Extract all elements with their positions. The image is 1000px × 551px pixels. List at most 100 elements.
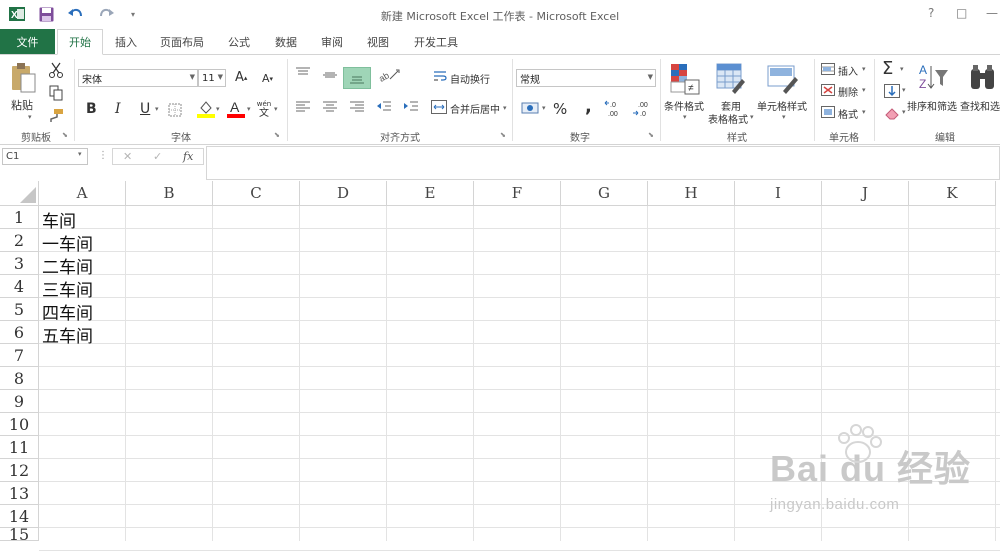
fill-down-icon[interactable] xyxy=(883,83,901,99)
insert-function-icon[interactable]: fx xyxy=(183,150,193,163)
enter-icon[interactable]: ✓ xyxy=(153,150,162,163)
font-color-icon[interactable]: A xyxy=(226,99,246,119)
tab-review[interactable]: 审阅 xyxy=(312,29,352,55)
row-header-6[interactable]: 6 xyxy=(0,321,39,344)
insert-cells-icon[interactable] xyxy=(820,62,836,76)
cell-a5[interactable]: 四车间 xyxy=(42,299,93,324)
autosum-dropdown-icon[interactable]: ▾ xyxy=(900,65,904,73)
column-header-j[interactable]: J xyxy=(822,181,909,206)
font-color-dropdown-icon[interactable]: ▾ xyxy=(247,105,251,113)
conditional-formatting-dropdown-icon[interactable]: ▾ xyxy=(683,113,687,121)
conditional-formatting-button[interactable]: 条件格式 xyxy=(664,98,704,113)
row-header-4[interactable]: 4 xyxy=(0,275,39,298)
border-icon[interactable] xyxy=(167,102,183,118)
paste-icon[interactable] xyxy=(8,61,38,95)
column-header-f[interactable]: F xyxy=(474,181,561,206)
font-size-combo[interactable]: 11 ▼ xyxy=(198,69,226,87)
column-header-c[interactable]: C xyxy=(213,181,300,206)
row-header-10[interactable]: 10 xyxy=(0,413,39,436)
accounting-dropdown-icon[interactable]: ▾ xyxy=(542,104,546,112)
formula-input[interactable] xyxy=(206,146,1000,180)
align-left-icon[interactable] xyxy=(293,99,313,115)
align-top-icon[interactable] xyxy=(293,65,313,81)
cell-a2[interactable]: 一车间 xyxy=(42,230,93,255)
tab-home[interactable]: 开始 xyxy=(57,29,103,55)
column-header-e[interactable]: E xyxy=(387,181,474,206)
column-header-b[interactable]: B xyxy=(126,181,213,206)
row-header-2[interactable]: 2 xyxy=(0,229,39,252)
sort-filter-button[interactable]: 排序和筛选 xyxy=(907,98,957,113)
row-header-11[interactable]: 11 xyxy=(0,436,39,459)
conditional-formatting-icon[interactable]: ≠ xyxy=(668,61,702,97)
decrease-indent-icon[interactable] xyxy=(374,99,394,115)
tab-data[interactable]: 数据 xyxy=(266,29,306,55)
underline-button[interactable]: U xyxy=(140,101,150,117)
fill-color-dropdown-icon[interactable]: ▾ xyxy=(216,105,220,113)
column-header-g[interactable]: G xyxy=(561,181,648,206)
delete-cells-button[interactable]: 删除 xyxy=(838,84,858,99)
paste-button[interactable]: 粘贴 xyxy=(11,97,33,113)
wrap-text-button[interactable]: 自动换行 xyxy=(450,71,490,86)
copy-icon[interactable] xyxy=(47,84,65,102)
shrink-font-button[interactable]: A ▾ xyxy=(262,72,273,85)
delete-dropdown-icon[interactable]: ▾ xyxy=(862,86,866,94)
tab-file[interactable]: 文件 xyxy=(0,29,55,55)
format-cells-button[interactable]: 格式 xyxy=(838,106,858,121)
insert-dropdown-icon[interactable]: ▾ xyxy=(862,65,866,73)
row-header-15[interactable]: 15 xyxy=(0,525,39,544)
find-select-button[interactable]: 查找和选择 xyxy=(960,98,1000,113)
row-header-7[interactable]: 7 xyxy=(0,344,39,367)
fill-color-icon[interactable] xyxy=(196,99,216,119)
insert-cells-button[interactable]: 插入 xyxy=(838,63,858,78)
column-header-a[interactable]: A xyxy=(39,181,126,206)
column-header-h[interactable]: H xyxy=(648,181,735,206)
align-middle-icon[interactable] xyxy=(320,67,340,83)
row-header-12[interactable]: 12 xyxy=(0,459,39,482)
ribbon-display-button[interactable]: □ xyxy=(956,6,967,20)
format-dropdown-icon[interactable]: ▾ xyxy=(862,108,866,116)
row-header-5[interactable]: 5 xyxy=(0,298,39,321)
find-select-icon[interactable] xyxy=(966,61,1000,95)
column-header-d[interactable]: D xyxy=(300,181,387,206)
percent-button[interactable]: % xyxy=(553,100,567,118)
cell-styles-dropdown-icon[interactable]: ▾ xyxy=(782,113,786,121)
cell-styles-button[interactable]: 单元格样式 xyxy=(757,98,807,113)
font-name-combo[interactable]: 宋体 ▼ xyxy=(78,69,198,87)
row-header-13[interactable]: 13 xyxy=(0,482,39,505)
number-format-combo[interactable]: 常规 ▼ xyxy=(516,69,656,87)
delete-cells-icon[interactable] xyxy=(820,83,836,97)
decrease-decimal-icon[interactable]: .00.0 xyxy=(631,98,655,120)
merge-center-button[interactable]: 合并后居中 xyxy=(450,101,500,116)
merge-center-icon[interactable] xyxy=(430,100,448,114)
column-header-i[interactable]: I xyxy=(735,181,822,206)
paste-dropdown-icon[interactable]: ▾ xyxy=(28,113,32,121)
format-as-table-line2[interactable]: 表格格式 xyxy=(708,111,748,126)
cell-styles-icon[interactable] xyxy=(765,61,801,97)
sort-filter-icon[interactable]: AZ xyxy=(916,61,950,95)
font-launcher-icon[interactable]: ⬊ xyxy=(274,131,280,139)
format-as-table-icon[interactable] xyxy=(714,61,748,97)
grow-font-button[interactable]: A ▴ xyxy=(235,70,247,85)
cell-a6[interactable]: 五车间 xyxy=(42,322,93,347)
alignment-launcher-icon[interactable]: ⬊ xyxy=(500,131,506,139)
tab-developer[interactable]: 开发工具 xyxy=(405,29,467,55)
minimize-button[interactable]: — xyxy=(986,6,998,20)
merge-dropdown-icon[interactable]: ▾ xyxy=(503,104,507,112)
cell-a1[interactable]: 车间 xyxy=(42,207,76,232)
accounting-format-icon[interactable] xyxy=(520,100,542,116)
select-all-button[interactable] xyxy=(0,181,39,206)
orientation-icon[interactable]: ab xyxy=(377,66,401,84)
fill-dropdown-icon[interactable]: ▾ xyxy=(902,86,906,94)
name-box[interactable]: C1 xyxy=(2,148,88,165)
phonetic-dropdown-icon[interactable]: ▾ xyxy=(274,105,278,113)
format-painter-icon[interactable] xyxy=(47,107,65,125)
phonetic-button[interactable]: wén 文 xyxy=(256,100,272,120)
comma-button[interactable]: , xyxy=(585,96,592,117)
row-header-1[interactable]: 1 xyxy=(0,206,39,229)
align-center-icon[interactable] xyxy=(320,99,340,115)
cell-a3[interactable]: 二车间 xyxy=(42,253,93,278)
align-bottom-icon[interactable] xyxy=(343,67,371,89)
name-box-dropdown-icon[interactable]: ▾ xyxy=(78,150,82,158)
tab-formulas[interactable]: 公式 xyxy=(219,29,259,55)
column-header-k[interactable]: K xyxy=(909,181,996,206)
